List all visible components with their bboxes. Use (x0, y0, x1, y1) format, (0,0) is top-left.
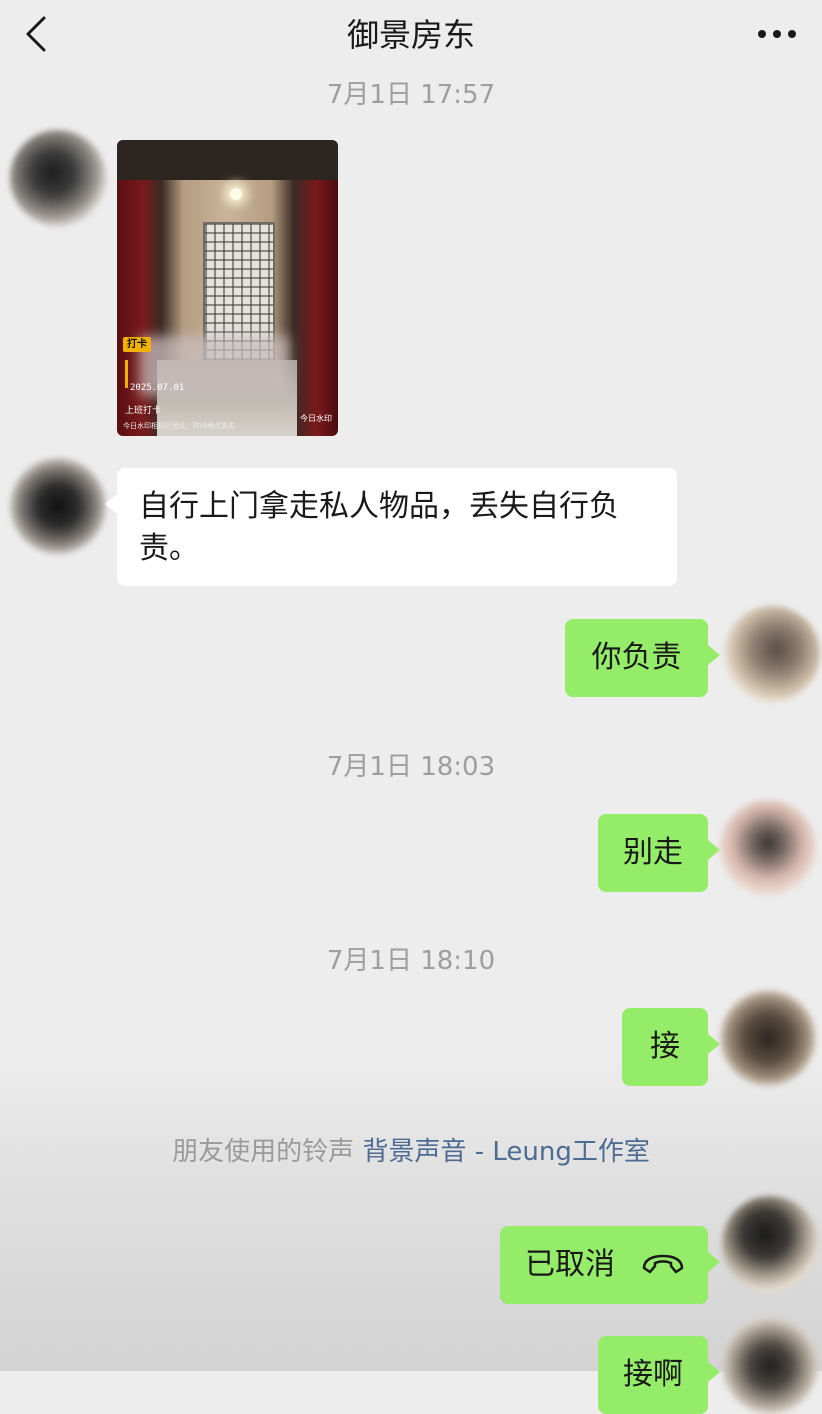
photo-watermark-footer: 今日水印相机已验证：时间地点真实 (123, 422, 235, 430)
message-bubble-sent[interactable]: 接啊 (598, 1336, 720, 1414)
my-avatar[interactable] (724, 606, 820, 702)
call-status-bubble[interactable]: 已取消 (500, 1226, 720, 1304)
photo-watermark-label: 上班打卡 (125, 406, 162, 416)
message-text: 你负责 (591, 640, 682, 675)
photo-light (230, 188, 242, 200)
photo-ceiling (117, 140, 338, 180)
contact-avatar[interactable] (10, 130, 106, 226)
message-bubble-sent[interactable]: 接 (622, 1008, 720, 1086)
message-bubble-sent[interactable]: 你负责 (565, 619, 720, 697)
ringtone-prefix: 朋友使用的铃声 (172, 1137, 355, 1167)
more-horizontal-icon (758, 30, 796, 38)
timestamp: 7月1日 17:57 (326, 80, 496, 110)
chat-header: 御景房东 (0, 0, 822, 70)
timestamp: 7月1日 18:03 (326, 752, 496, 782)
my-avatar[interactable] (722, 1196, 818, 1292)
message-text: 接 (650, 1029, 680, 1064)
contact-avatar[interactable] (10, 458, 106, 554)
photo-watermark-bar (125, 360, 128, 388)
message-bubble-received[interactable]: 自行上门拿走私人物品，丢失自行负责。 (105, 468, 677, 586)
message-text: 接啊 (623, 1357, 683, 1392)
hangup-phone-icon (642, 1254, 684, 1274)
ringtone-notice: 朋友使用的铃声 背景声音 - Leung工作室 (0, 1134, 822, 1170)
message-text: 别走 (623, 835, 683, 870)
ringtone-link[interactable]: 背景声音 - Leung工作室 (362, 1137, 649, 1167)
chat-title: 御景房东 (346, 16, 475, 54)
my-avatar[interactable] (722, 1318, 818, 1414)
call-status-text: 已取消 (525, 1247, 615, 1282)
photo-watermark-date: 2025.07.01 (130, 383, 185, 393)
message-text: 自行上门拿走私人物品，丢失自行负责。 (139, 489, 619, 566)
photo-watermark-brand: 今日水印 (300, 414, 332, 423)
timestamp: 7月1日 18:10 (326, 946, 496, 976)
more-button[interactable] (752, 16, 802, 52)
photo-watermark-stamp: 打卡 (123, 337, 151, 352)
my-avatar[interactable] (720, 800, 816, 896)
message-bubble-sent[interactable]: 别走 (598, 814, 720, 892)
photo-message[interactable]: 打卡 2025.07.01 上班打卡 今日水印相机已验证：时间地点真实 今日水印 (117, 140, 338, 436)
my-avatar[interactable] (720, 990, 816, 1086)
